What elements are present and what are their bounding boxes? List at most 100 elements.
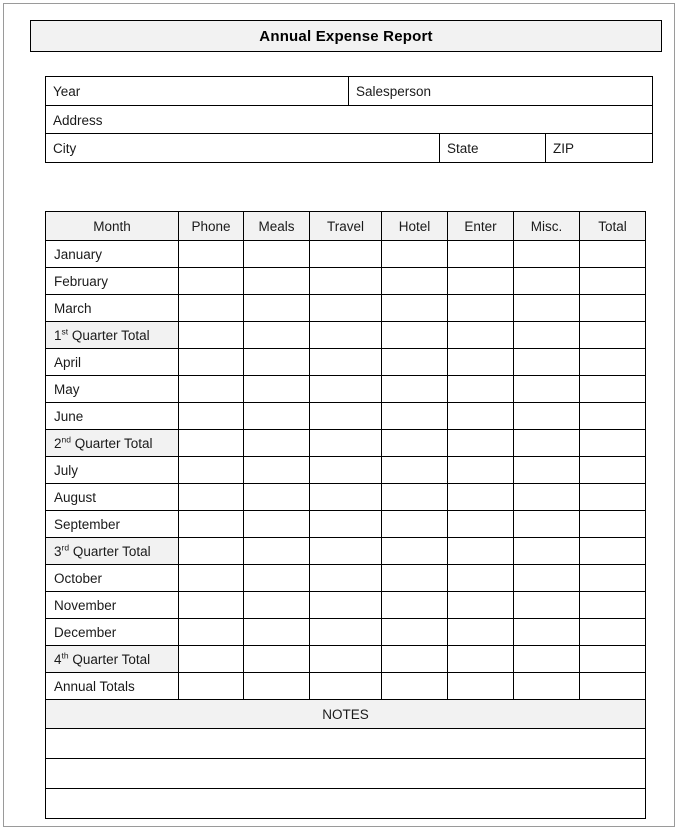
amount-cell[interactable] (579, 510, 646, 538)
amount-cell[interactable] (309, 510, 382, 538)
amount-cell[interactable] (579, 267, 646, 295)
amount-cell[interactable] (243, 267, 310, 295)
amount-cell[interactable] (513, 375, 580, 403)
amount-cell[interactable] (447, 537, 514, 565)
amount-cell[interactable] (513, 645, 580, 673)
amount-cell[interactable] (381, 267, 448, 295)
amount-cell[interactable] (178, 456, 244, 484)
amount-cell[interactable] (178, 321, 244, 349)
amount-cell[interactable] (447, 402, 514, 430)
amount-cell[interactable] (513, 321, 580, 349)
amount-cell[interactable] (381, 429, 448, 457)
amount-cell[interactable] (579, 645, 646, 673)
amount-cell[interactable] (447, 672, 514, 700)
amount-cell[interactable] (243, 348, 310, 376)
amount-cell[interactable] (381, 294, 448, 322)
amount-cell[interactable] (178, 510, 244, 538)
amount-cell[interactable] (579, 348, 646, 376)
amount-cell[interactable] (243, 564, 310, 592)
state-field[interactable]: State (439, 133, 546, 163)
zip-field[interactable]: ZIP (545, 133, 653, 163)
notes-line-input[interactable] (45, 728, 646, 759)
amount-cell[interactable] (513, 564, 580, 592)
amount-cell[interactable] (513, 267, 580, 295)
amount-cell[interactable] (513, 537, 580, 565)
amount-cell[interactable] (381, 645, 448, 673)
amount-cell[interactable] (381, 375, 448, 403)
amount-cell[interactable] (178, 618, 244, 646)
amount-cell[interactable] (309, 483, 382, 511)
amount-cell[interactable] (513, 294, 580, 322)
amount-cell[interactable] (447, 429, 514, 457)
amount-cell[interactable] (309, 618, 382, 646)
amount-cell[interactable] (513, 429, 580, 457)
amount-cell[interactable] (309, 456, 382, 484)
amount-cell[interactable] (178, 267, 244, 295)
amount-cell[interactable] (381, 348, 448, 376)
amount-cell[interactable] (513, 591, 580, 619)
amount-cell[interactable] (243, 429, 310, 457)
amount-cell[interactable] (243, 240, 310, 268)
amount-cell[interactable] (309, 375, 382, 403)
amount-cell[interactable] (243, 672, 310, 700)
amount-cell[interactable] (178, 672, 244, 700)
amount-cell[interactable] (309, 537, 382, 565)
amount-cell[interactable] (447, 294, 514, 322)
amount-cell[interactable] (178, 591, 244, 619)
amount-cell[interactable] (178, 375, 244, 403)
amount-cell[interactable] (447, 483, 514, 511)
amount-cell[interactable] (579, 429, 646, 457)
amount-cell[interactable] (381, 537, 448, 565)
amount-cell[interactable] (579, 618, 646, 646)
amount-cell[interactable] (309, 429, 382, 457)
amount-cell[interactable] (178, 240, 244, 268)
amount-cell[interactable] (447, 510, 514, 538)
amount-cell[interactable] (381, 321, 448, 349)
amount-cell[interactable] (243, 618, 310, 646)
amount-cell[interactable] (381, 591, 448, 619)
amount-cell[interactable] (579, 672, 646, 700)
amount-cell[interactable] (381, 564, 448, 592)
amount-cell[interactable] (243, 456, 310, 484)
amount-cell[interactable] (579, 483, 646, 511)
amount-cell[interactable] (513, 348, 580, 376)
amount-cell[interactable] (447, 591, 514, 619)
amount-cell[interactable] (513, 672, 580, 700)
notes-line-input[interactable] (45, 788, 646, 819)
amount-cell[interactable] (381, 402, 448, 430)
amount-cell[interactable] (309, 294, 382, 322)
amount-cell[interactable] (447, 321, 514, 349)
amount-cell[interactable] (178, 294, 244, 322)
amount-cell[interactable] (243, 510, 310, 538)
amount-cell[interactable] (178, 645, 244, 673)
amount-cell[interactable] (243, 321, 310, 349)
amount-cell[interactable] (309, 267, 382, 295)
amount-cell[interactable] (178, 429, 244, 457)
amount-cell[interactable] (579, 591, 646, 619)
amount-cell[interactable] (579, 402, 646, 430)
amount-cell[interactable] (243, 483, 310, 511)
amount-cell[interactable] (579, 456, 646, 484)
amount-cell[interactable] (309, 348, 382, 376)
amount-cell[interactable] (513, 483, 580, 511)
amount-cell[interactable] (579, 537, 646, 565)
amount-cell[interactable] (309, 645, 382, 673)
year-field[interactable]: Year (45, 76, 349, 106)
salesperson-field[interactable]: Salesperson (348, 76, 653, 106)
amount-cell[interactable] (579, 321, 646, 349)
amount-cell[interactable] (447, 267, 514, 295)
amount-cell[interactable] (309, 564, 382, 592)
amount-cell[interactable] (381, 672, 448, 700)
amount-cell[interactable] (579, 564, 646, 592)
amount-cell[interactable] (381, 618, 448, 646)
amount-cell[interactable] (243, 375, 310, 403)
amount-cell[interactable] (243, 645, 310, 673)
amount-cell[interactable] (243, 402, 310, 430)
amount-cell[interactable] (178, 348, 244, 376)
amount-cell[interactable] (579, 375, 646, 403)
amount-cell[interactable] (309, 321, 382, 349)
amount-cell[interactable] (513, 240, 580, 268)
amount-cell[interactable] (579, 294, 646, 322)
amount-cell[interactable] (513, 456, 580, 484)
amount-cell[interactable] (579, 240, 646, 268)
